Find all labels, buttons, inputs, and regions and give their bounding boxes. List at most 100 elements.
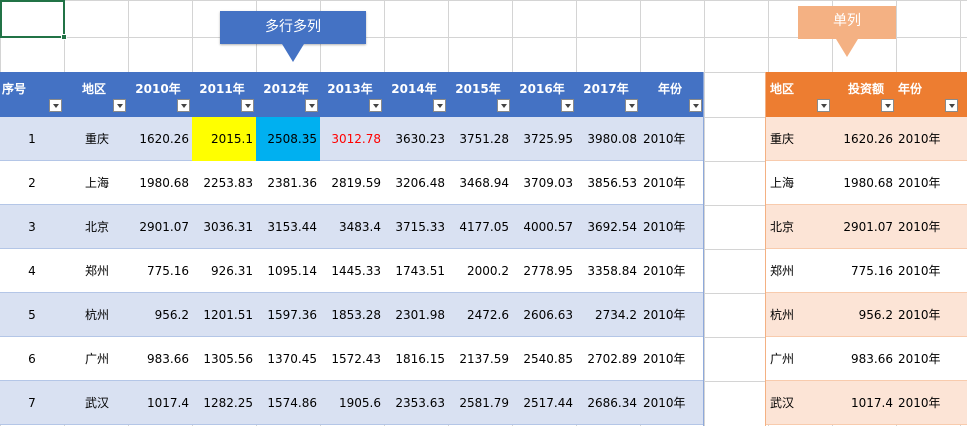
cell-value: 1905.6	[339, 396, 381, 410]
cell-value: 2010年	[643, 308, 686, 322]
filter-dropdown-icon[interactable]	[113, 99, 126, 112]
cell-value: 2734.2	[595, 308, 637, 322]
filter-dropdown-icon[interactable]	[945, 99, 958, 112]
cell-value: 2010年	[898, 220, 941, 234]
table-border	[703, 72, 704, 426]
cell-value: 武汉	[770, 396, 795, 410]
cell-value: 2686.34	[587, 396, 637, 410]
header-label: 2012年	[263, 82, 309, 96]
cell-value: 4000.57	[523, 220, 573, 234]
cell-value: 2010年	[643, 352, 686, 366]
cell-value: 2010年	[898, 396, 941, 410]
cell-value: 2010年	[643, 132, 686, 146]
cell-value: 926.31	[211, 264, 253, 278]
filter-dropdown-icon[interactable]	[817, 99, 830, 112]
filter-dropdown-icon[interactable]	[177, 99, 190, 112]
cell-value: 北京	[770, 220, 795, 234]
cell-value: 2010年	[898, 264, 941, 278]
cell-value: 2381.36	[267, 176, 317, 190]
cell-value: 2606.63	[523, 308, 573, 322]
cell-value: 3	[28, 220, 36, 234]
fill-handle[interactable]	[61, 34, 67, 40]
cell-value: 1980.68	[843, 176, 893, 190]
spreadsheet-grid[interactable]: 序号 地区 2010年 2011年 2012年 2013年 2014年 2015年 2016年 2…	[0, 0, 967, 426]
cell-value: 3036.31	[203, 220, 253, 234]
selected-cell[interactable]	[0, 0, 65, 38]
cell-value: 北京	[85, 220, 110, 234]
cell-value: 2540.85	[523, 352, 573, 366]
cell-value: 1853.28	[331, 308, 381, 322]
cell-value: 重庆	[85, 132, 110, 146]
filter-dropdown-icon[interactable]	[881, 99, 894, 112]
header-label: 年份	[898, 82, 923, 96]
cell-value: 1370.45	[267, 352, 317, 366]
header-label: 投资额	[847, 82, 884, 96]
gridline-vertical	[704, 0, 705, 426]
arrow-down-icon	[836, 39, 858, 57]
cell-value: 1095.14	[267, 264, 317, 278]
filter-dropdown-icon[interactable]	[369, 99, 382, 112]
cell-value: 3483.4	[339, 220, 381, 234]
cell-value: 3468.94	[459, 176, 509, 190]
cell-value: 956.2	[858, 308, 893, 322]
cell-value: 2010年	[643, 220, 686, 234]
cell-value: 2301.98	[395, 308, 445, 322]
cell-value: 2472.6	[467, 308, 509, 322]
cell-value: 重庆	[770, 132, 795, 146]
cell-value: 956.2	[154, 308, 189, 322]
cell-value: 983.66	[147, 352, 189, 366]
cell-value: 郑州	[770, 264, 795, 278]
filter-dropdown-icon[interactable]	[305, 99, 318, 112]
cell-value: 2010年	[898, 352, 941, 366]
cell-value: 4	[28, 264, 36, 278]
cell-value: 3715.33	[395, 220, 445, 234]
cell-value: 2253.83	[203, 176, 253, 190]
cell-value: 杭州	[85, 308, 110, 322]
cell-value: 郑州	[85, 264, 110, 278]
cell-value: 2010年	[643, 396, 686, 410]
cell-value: 3630.23	[395, 132, 445, 146]
cell-value: 2	[28, 176, 36, 190]
callout-single-column: 单列	[798, 6, 896, 39]
cell-value: 上海	[770, 176, 795, 190]
cell-value: 2010年	[898, 132, 941, 146]
header-label: 2014年	[391, 82, 437, 96]
callout-multi-row-multi-col: 多行多列	[220, 11, 366, 44]
header-label: 年份	[657, 82, 682, 96]
cell-value: 6	[28, 352, 36, 366]
cell-value: 1574.86	[267, 396, 317, 410]
cell-value: 2015.1	[211, 132, 253, 146]
cell-value: 1017.4	[851, 396, 893, 410]
cell-value: 2353.63	[395, 396, 445, 410]
header-label: 2016年	[519, 82, 565, 96]
filter-dropdown-icon[interactable]	[625, 99, 638, 112]
filter-dropdown-icon[interactable]	[561, 99, 574, 112]
filter-dropdown-icon[interactable]	[497, 99, 510, 112]
filter-dropdown-icon[interactable]	[689, 99, 702, 112]
cell-value: 2137.59	[459, 352, 509, 366]
cell-value: 1201.51	[203, 308, 253, 322]
cell-value: 3709.03	[523, 176, 573, 190]
header-label: 地区	[770, 82, 795, 96]
cell-value: 1816.15	[395, 352, 445, 366]
cell-value: 2819.59	[331, 176, 381, 190]
table-border	[765, 72, 766, 426]
cell-value: 武汉	[85, 396, 110, 410]
header-label: 序号	[2, 82, 27, 96]
filter-dropdown-icon[interactable]	[241, 99, 254, 112]
cell-value: 5	[28, 308, 36, 322]
cell-value: 杭州	[770, 308, 795, 322]
cell-value: 2517.44	[523, 396, 573, 410]
cell-value: 2702.89	[587, 352, 637, 366]
cell-value: 2901.07	[139, 220, 189, 234]
filter-dropdown-icon[interactable]	[433, 99, 446, 112]
cell-value: 1282.25	[203, 396, 253, 410]
cell-value: 1017.4	[147, 396, 189, 410]
cell-value: 1	[28, 132, 36, 146]
cell-value: 2778.95	[523, 264, 573, 278]
filter-dropdown-icon[interactable]	[49, 99, 62, 112]
cell-value: 2901.07	[843, 220, 893, 234]
cell-value: 3725.95	[523, 132, 573, 146]
cell-value: 3012.78	[331, 132, 381, 146]
cell-value: 1980.68	[139, 176, 189, 190]
